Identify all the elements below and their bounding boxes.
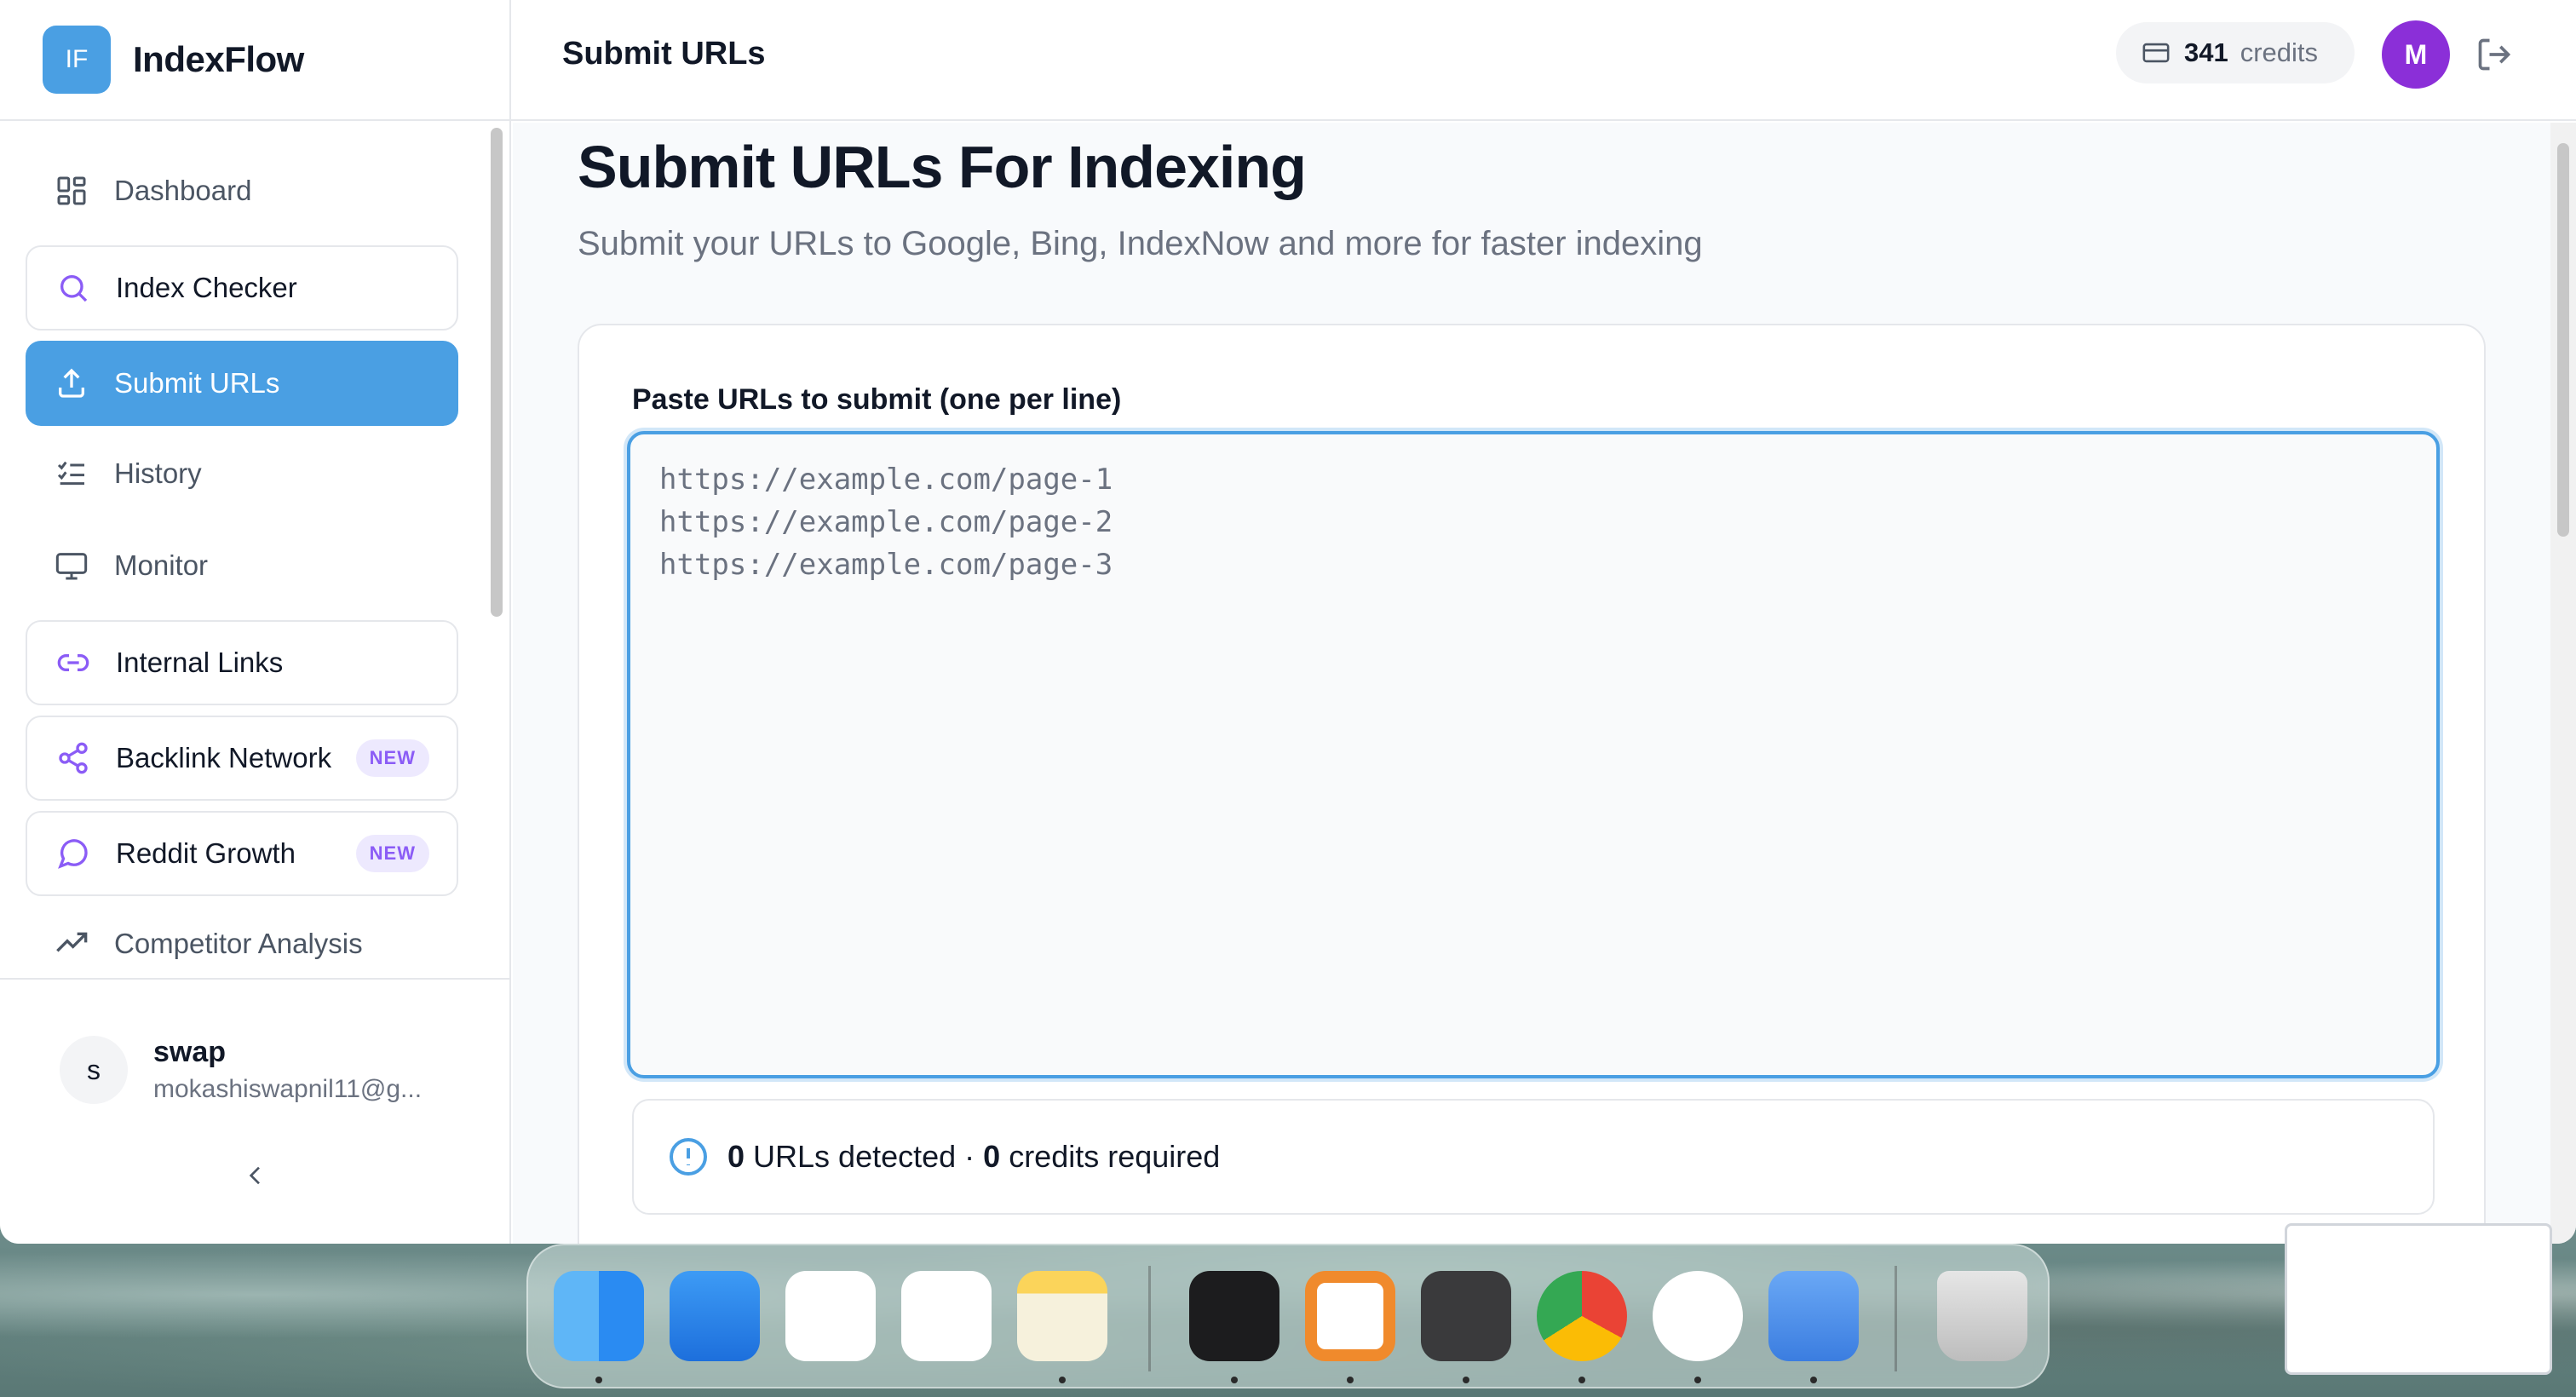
sidebar-footer: s swap mokashiswapnil11@g...: [0, 978, 511, 1244]
running-indicator: [1694, 1377, 1701, 1383]
app-window: IF IndexFlow Dashboard Index Checker Sub…: [0, 0, 2576, 1244]
openvpn-icon[interactable]: [1305, 1271, 1395, 1361]
sidebar-item-internal-links[interactable]: Internal Links: [26, 620, 458, 705]
checklist-icon: [53, 455, 90, 492]
sidebar-item-label: Monitor: [114, 549, 209, 581]
dock-separator: [1148, 1266, 1151, 1371]
window-thumbnail[interactable]: [2285, 1223, 2552, 1375]
preview-icon[interactable]: [1768, 1271, 1859, 1361]
credits-pill[interactable]: 341 credits: [2116, 22, 2355, 83]
sidebar: IF IndexFlow Dashboard Index Checker Sub…: [0, 0, 511, 1244]
sidebar-item-reddit-growth[interactable]: Reddit Growth NEW: [26, 811, 458, 896]
sublime-text-icon[interactable]: [1421, 1271, 1511, 1361]
running-indicator: [1231, 1377, 1238, 1383]
link-icon: [55, 644, 92, 681]
urls-field-label: Paste URLs to submit (one per line): [632, 383, 1122, 416]
top-header: Submit URLs 341 credits M: [511, 0, 2576, 121]
new-badge: NEW: [355, 739, 429, 777]
running-indicator: [1810, 1377, 1817, 1383]
chevron-left-icon: [249, 1166, 260, 1185]
slack-icon[interactable]: [901, 1271, 992, 1361]
sidebar-item-label: Index Checker: [116, 272, 297, 303]
main-scrollbar[interactable]: [2557, 143, 2569, 537]
urls-count: 0: [727, 1139, 745, 1174]
search-icon: [55, 269, 92, 307]
submit-card: Paste URLs to submit (one per line) http…: [578, 324, 2486, 1244]
logout-icon[interactable]: [2475, 36, 2513, 73]
url-summary: 0 URLs detected · 0 credits required: [632, 1099, 2435, 1215]
sidebar-nav: Dashboard Index Checker Submit URLs Hist…: [26, 153, 458, 998]
sidebar-item-submit-urls[interactable]: Submit URLs: [26, 341, 458, 426]
header-title: Submit URLs: [562, 36, 766, 72]
user-name: swap: [153, 1036, 227, 1068]
sidebar-item-dashboard[interactable]: Dashboard: [26, 153, 458, 228]
trash-icon[interactable]: [1937, 1271, 2027, 1361]
finder-icon[interactable]: [554, 1271, 644, 1361]
sidebar-item-competitor-analysis[interactable]: Competitor Analysis: [26, 906, 458, 981]
sidebar-item-label: Backlink Network: [116, 742, 332, 773]
running-indicator: [1059, 1377, 1066, 1383]
sidebar-item-backlink-network[interactable]: Backlink Network NEW: [26, 716, 458, 801]
credits-required-text: credits required: [1000, 1139, 1221, 1174]
sidebar-item-label: History: [114, 457, 202, 489]
page-title: Submit URLs For Indexing: [578, 134, 1307, 200]
urls-detected-text: URLs detected ·: [745, 1139, 984, 1174]
brand[interactable]: IF IndexFlow: [0, 0, 511, 121]
sidebar-item-index-checker[interactable]: Index Checker: [26, 245, 458, 331]
credit-card-icon: [2142, 43, 2170, 63]
urls-textarea[interactable]: https://example.com/page-1 https://examp…: [627, 431, 2440, 1078]
chrome-icon[interactable]: [1537, 1271, 1627, 1361]
credits-count: 0: [983, 1139, 1001, 1174]
user-avatar[interactable]: s: [60, 1036, 128, 1104]
running-indicator: [1578, 1377, 1585, 1383]
simulator-icon[interactable]: [1653, 1271, 1743, 1361]
running-indicator: [1463, 1377, 1469, 1383]
monitor-icon: [53, 547, 90, 584]
collapse-sidebar-button[interactable]: [239, 1158, 273, 1193]
sidebar-item-monitor[interactable]: Monitor: [26, 528, 458, 603]
brand-logo: IF: [43, 26, 111, 94]
user-email: mokashiswapnil11@g...: [153, 1075, 423, 1103]
dock-separator: [1895, 1266, 1897, 1371]
page-subtitle: Submit your URLs to Google, Bing, IndexN…: [578, 225, 1703, 262]
trending-up-icon: [53, 925, 90, 963]
sidebar-item-label: Competitor Analysis: [114, 928, 363, 959]
credits-value: 341: [2184, 37, 2228, 67]
share-icon: [55, 739, 92, 777]
sidebar-item-label: Internal Links: [116, 647, 284, 678]
dashboard-icon: [53, 172, 90, 210]
dock: [526, 1244, 2050, 1388]
sidebar-item-label: Reddit Growth: [116, 837, 296, 869]
upload-icon: [53, 365, 90, 402]
brand-name: IndexFlow: [133, 39, 304, 79]
sidebar-item-label: Submit URLs: [114, 367, 280, 399]
sidebar-scrollbar[interactable]: [491, 128, 503, 617]
chat-icon: [55, 835, 92, 872]
account-avatar[interactable]: M: [2382, 20, 2450, 89]
notes-icon[interactable]: [1017, 1271, 1107, 1361]
sidebar-item-label: Dashboard: [114, 175, 252, 206]
sidebar-item-history[interactable]: History: [26, 436, 458, 511]
running-indicator: [595, 1377, 602, 1383]
terminal-icon[interactable]: [1189, 1271, 1279, 1361]
new-badge: NEW: [355, 835, 429, 872]
keynote-icon[interactable]: [670, 1271, 760, 1361]
info-icon: [670, 1138, 707, 1176]
credits-label: credits: [2240, 37, 2319, 67]
running-indicator: [1347, 1377, 1354, 1383]
main-content: Submit URLs For Indexing Submit your URL…: [513, 123, 2576, 1244]
reminders-icon[interactable]: [785, 1271, 876, 1361]
